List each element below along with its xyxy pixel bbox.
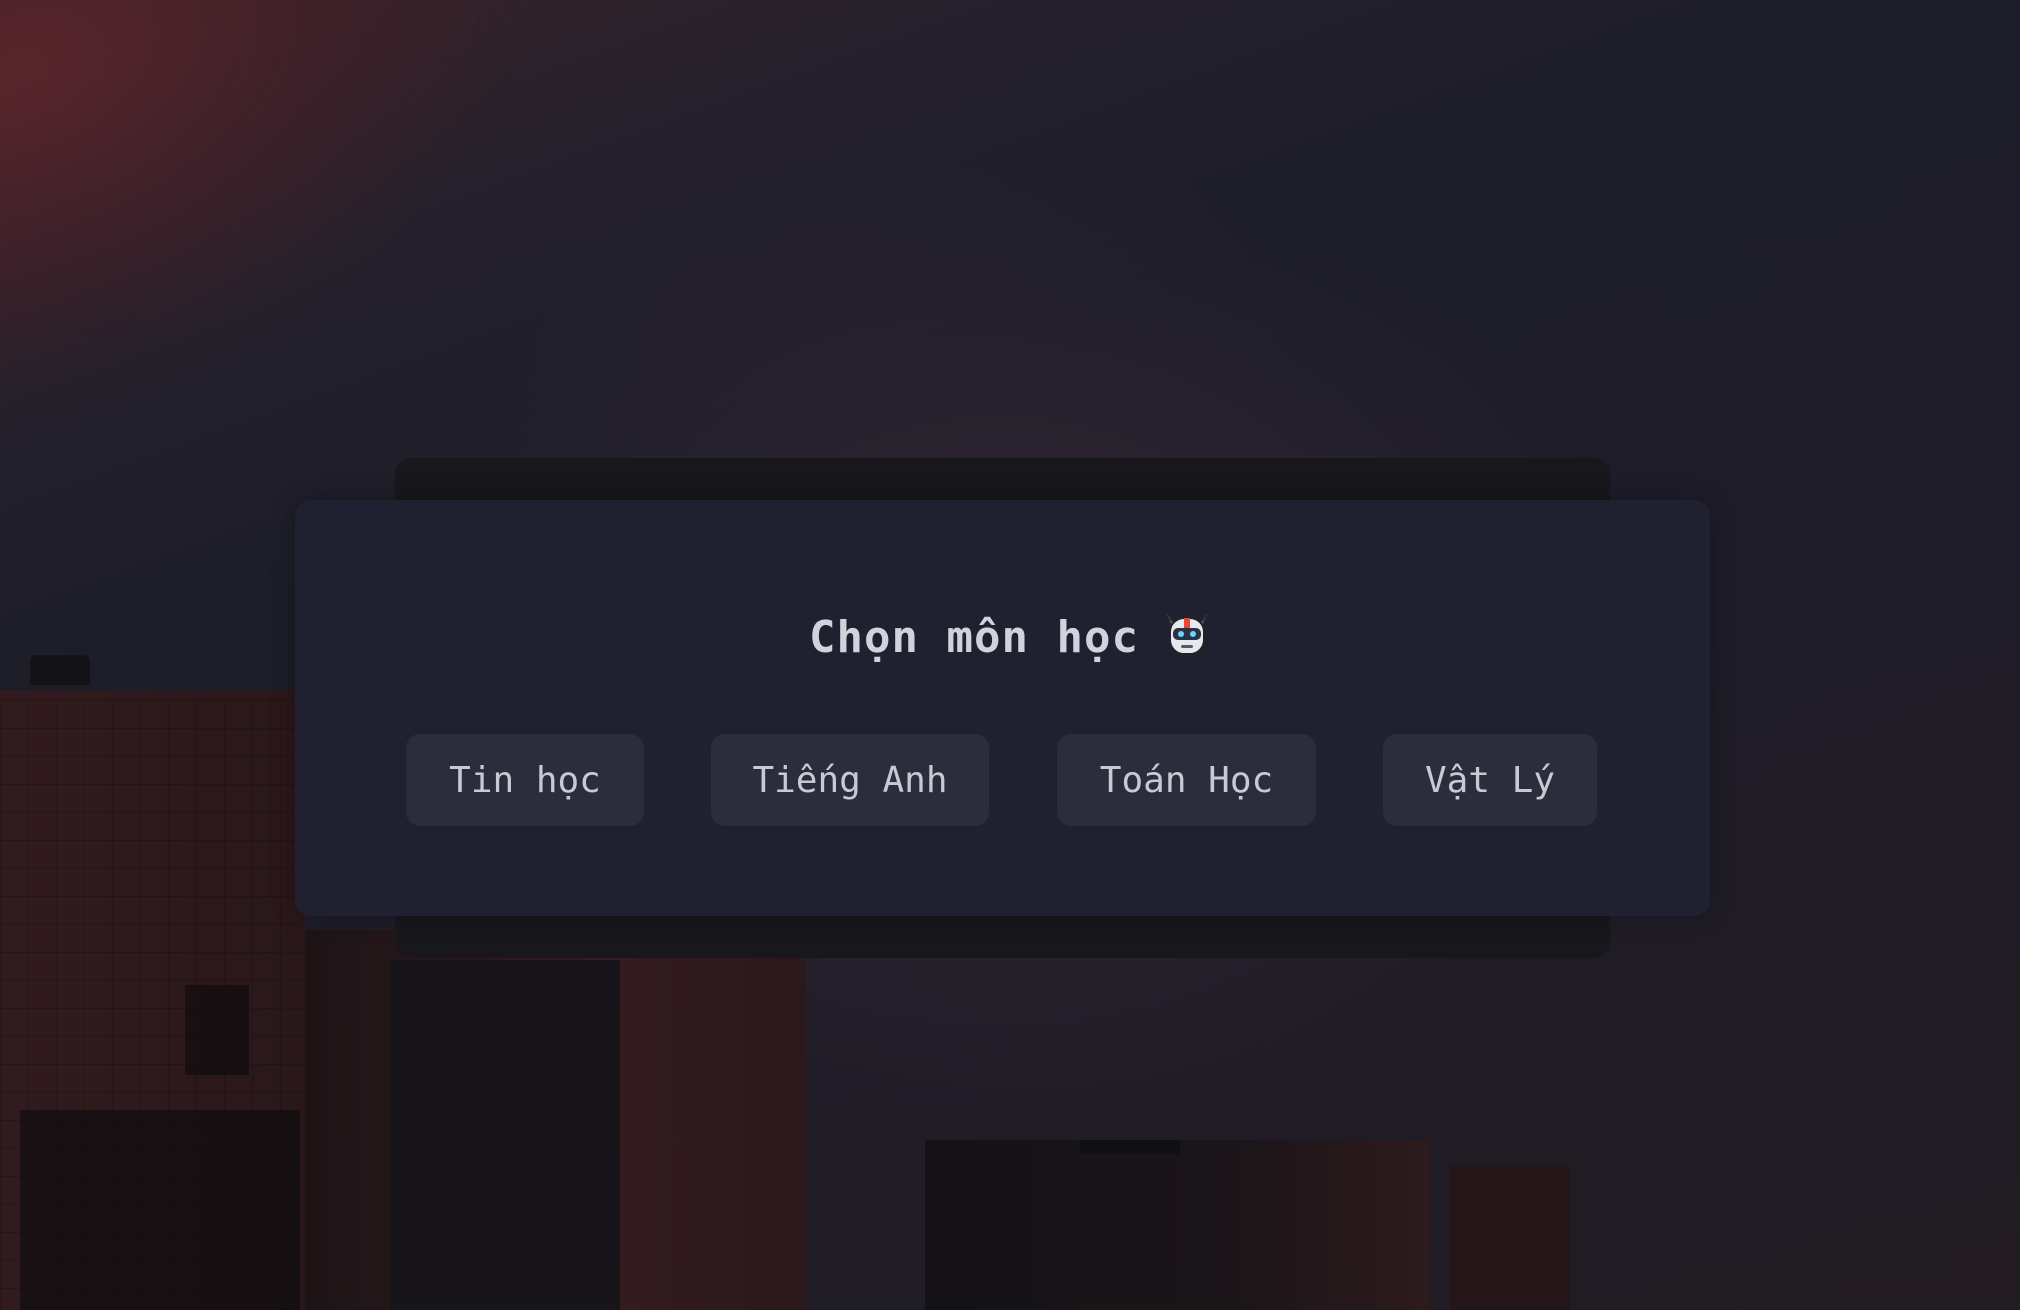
background-building [1450,1165,1570,1310]
building-window [185,985,249,1075]
subject-button-tieng-anh[interactable]: Tiếng Anh [711,734,989,826]
background-building [925,1140,1430,1310]
page-title-text: Chọn môn học [809,612,1139,663]
subject-button-toan-hoc[interactable]: Toán Học [1057,734,1316,826]
subject-button-tin-hoc[interactable]: Tin học [406,734,644,826]
page-title: Chọn môn học [0,610,2020,671]
subject-buttons: Tin học Tiếng Anh Toán Học Vật Lý [0,734,2020,826]
background-cloud [0,0,630,454]
subject-picker-card [295,500,1710,916]
robot-icon [1163,610,1211,671]
background-building-shadow [390,960,620,1310]
building-roof [1080,1140,1180,1154]
subject-button-vat-ly[interactable]: Vật Lý [1383,734,1597,826]
building-window [20,1110,300,1310]
